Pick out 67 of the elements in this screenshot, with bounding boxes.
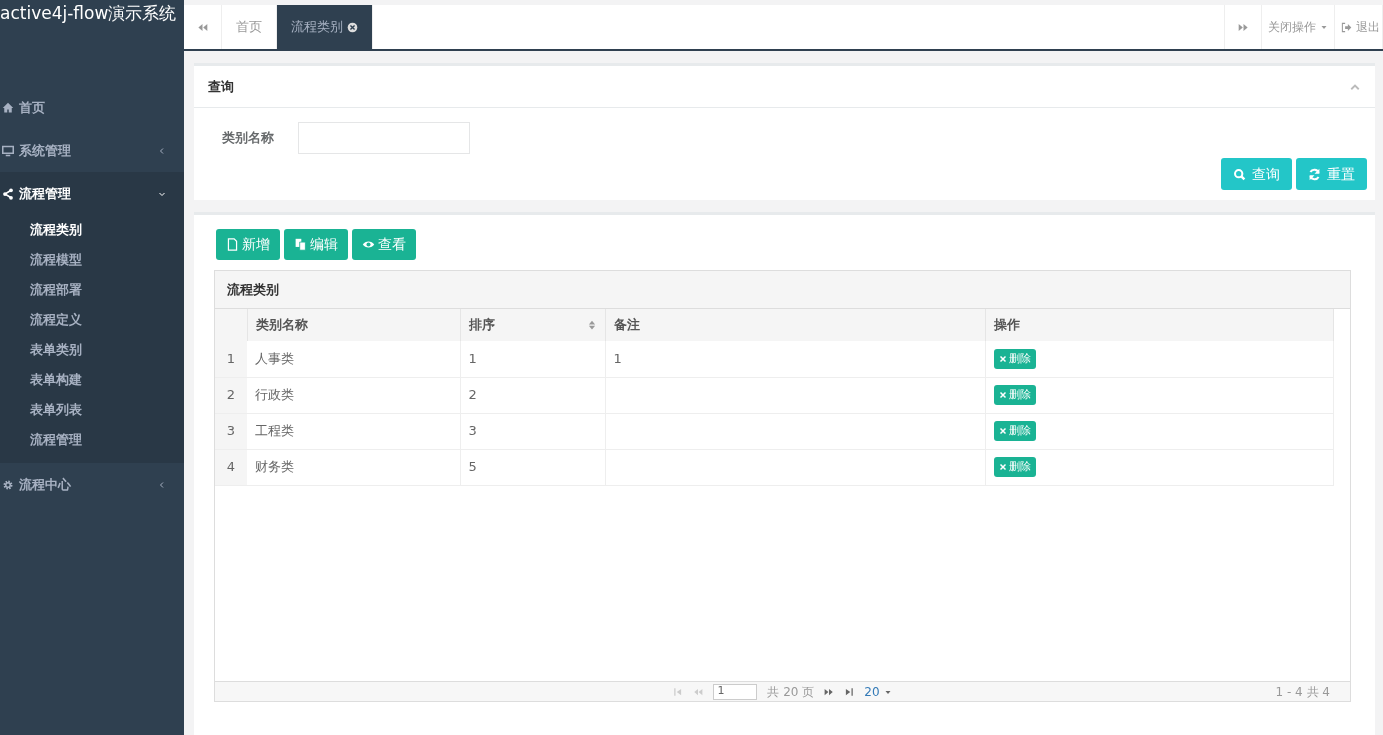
grid-caption: 流程类别	[215, 271, 1350, 309]
add-button[interactable]: 新增	[216, 229, 280, 260]
sidebar-subitem[interactable]: 流程类别	[0, 215, 184, 245]
search-icon	[1233, 167, 1246, 181]
double-left-icon	[197, 21, 208, 33]
row-number: 2	[215, 377, 247, 413]
page-size-select[interactable]: 20	[864, 682, 892, 701]
column-header[interactable]: 备注	[605, 309, 985, 341]
sidebar-subitem[interactable]: 流程管理	[0, 425, 184, 455]
close-icon	[998, 354, 1007, 363]
table-cell: 1	[460, 341, 605, 377]
column-header[interactable]: 类别名称	[247, 309, 460, 341]
sidebar-subitem[interactable]: 流程模型	[0, 245, 184, 275]
column-header[interactable]: 操作	[985, 309, 1334, 341]
edit-button[interactable]: 编辑	[284, 229, 348, 260]
sidebar-subitem[interactable]: 表单列表	[0, 395, 184, 425]
first-page-icon[interactable]	[673, 686, 684, 697]
sidebar-item[interactable]: 首页	[0, 86, 184, 129]
sidebar-subitem[interactable]: 流程定义	[0, 305, 184, 335]
row-number: 4	[215, 449, 247, 485]
delete-button[interactable]: 删除	[993, 456, 1036, 478]
table-cell: 财务类	[247, 449, 460, 485]
app-title: active4j-flow演示系统	[0, 2, 178, 25]
panel-title: 查询	[208, 77, 234, 96]
scroll-right-button[interactable]	[1224, 5, 1262, 49]
sidebar-subitem[interactable]: 流程部署	[0, 275, 184, 305]
table-cell: 人事类	[247, 341, 460, 377]
caret-icon	[1320, 23, 1328, 31]
file-icon	[226, 238, 239, 251]
column-header[interactable]: 排序	[460, 309, 605, 341]
table-cell: 5	[460, 449, 605, 485]
category-name-input[interactable]	[298, 122, 470, 154]
last-page-icon[interactable]	[844, 686, 855, 697]
field-label: 类别名称	[222, 129, 274, 148]
sidebar-item[interactable]: 系统管理	[0, 129, 184, 172]
delete-button[interactable]: 删除	[993, 420, 1036, 442]
copy-icon	[294, 238, 307, 251]
view-button[interactable]: 查看	[352, 229, 416, 260]
sidebar-item[interactable]: 流程中心	[0, 463, 184, 506]
refresh-icon	[1308, 167, 1321, 181]
gear-icon	[2, 478, 14, 491]
sidebar-subitem[interactable]: 表单构建	[0, 365, 184, 395]
page-tab[interactable]: 流程类别	[277, 5, 373, 49]
eye-icon	[362, 238, 375, 251]
share-icon	[2, 187, 14, 200]
close-icon	[998, 463, 1007, 471]
previous-page-icon[interactable]	[693, 686, 704, 697]
page-count: 共 20 页	[767, 683, 815, 701]
close-icon	[998, 427, 1007, 435]
row-number: 3	[215, 413, 247, 449]
sidebar-subitem[interactable]: 表单类别	[0, 335, 184, 365]
delete-button[interactable]: 删除	[993, 348, 1036, 369]
table-cell: 工程类	[247, 413, 460, 449]
row-number: 1	[215, 341, 247, 377]
table-cell: 3	[460, 413, 605, 449]
delete-button[interactable]: 删除	[993, 384, 1036, 406]
monitor-icon	[2, 144, 14, 157]
close-icon	[998, 391, 1007, 399]
table-cell: 2	[460, 377, 605, 413]
table-cell: 1	[605, 341, 985, 377]
close-icon	[347, 21, 358, 33]
record-summary: 1 - 4 共 4	[1275, 683, 1330, 701]
sign-out-icon	[1341, 21, 1352, 33]
home-icon	[2, 101, 14, 114]
page-input[interactable]: 1	[713, 683, 758, 700]
table-cell: 行政类	[247, 377, 460, 413]
next-page-icon[interactable]	[824, 686, 835, 697]
